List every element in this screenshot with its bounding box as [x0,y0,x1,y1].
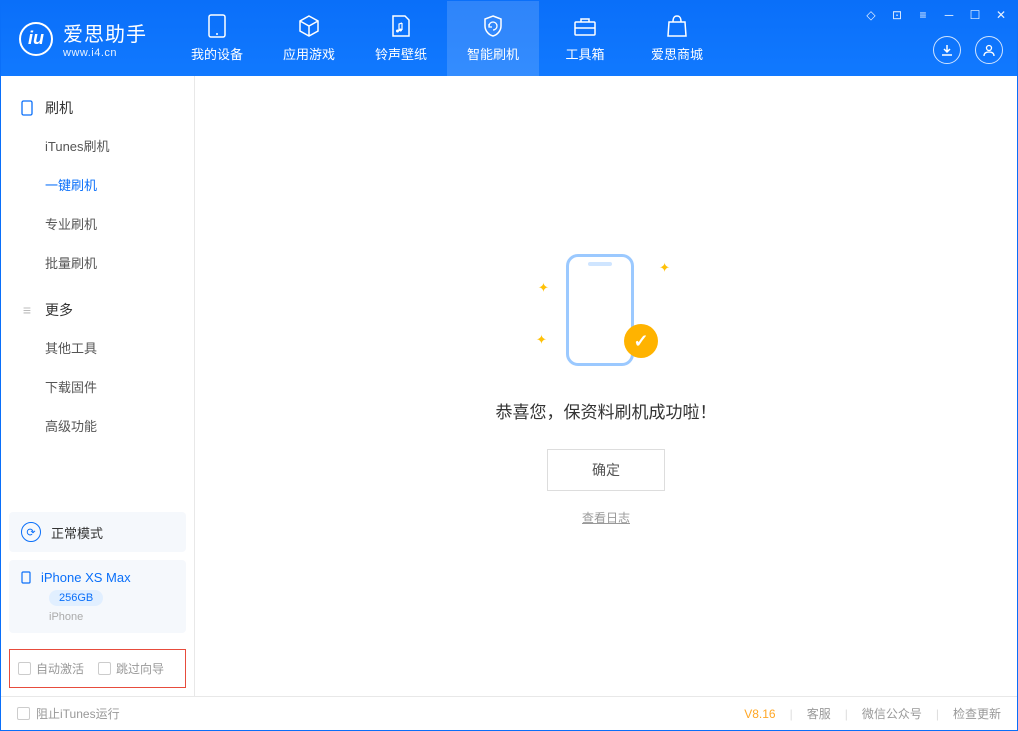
sidebar: 刷机 iTunes刷机 一键刷机 专业刷机 批量刷机 ≡ 更多 其他工具 下载固… [1,76,195,696]
sidebar-item-batch-flash[interactable]: 批量刷机 [1,243,194,282]
main-tabs: 我的设备 应用游戏 铃声壁纸 智能刷机 工具箱 爱思商城 [171,1,723,76]
sidebar-item-advanced[interactable]: 高级功能 [1,406,194,445]
tab-store[interactable]: 爱思商城 [631,1,723,76]
sparkle-icon: ✦ [659,260,670,276]
music-file-icon [389,14,413,38]
maximize-button[interactable]: ☐ [967,7,983,23]
header-right-buttons [933,36,1003,64]
version-label: V8.16 [744,707,775,721]
tab-label: 爱思商城 [651,44,703,63]
tab-toolbox[interactable]: 工具箱 [539,1,631,76]
support-link[interactable]: 客服 [807,705,831,722]
tab-label: 我的设备 [191,44,243,63]
check-update-link[interactable]: 检查更新 [953,705,1001,722]
phone-graphic [566,254,634,366]
user-button[interactable] [975,36,1003,64]
sidebar-item-itunes-flash[interactable]: iTunes刷机 [1,126,194,165]
tab-apps-games[interactable]: 应用游戏 [263,1,355,76]
tab-label: 智能刷机 [467,44,519,63]
tab-label: 铃声壁纸 [375,44,427,63]
minimize-button[interactable]: ─ [941,7,957,23]
sparkle-icon: ✦ [538,280,549,296]
success-message: 恭喜您，保资料刷机成功啦！ [496,398,717,423]
options-row: 自动激活 跳过向导 [9,649,186,688]
success-illustration: ✦ ✦ ✦ ✓ [536,246,676,376]
sidebar-item-download-firmware[interactable]: 下载固件 [1,367,194,406]
device-info-box[interactable]: iPhone XS Max 256GB iPhone [9,560,186,633]
phone-small-icon [19,100,35,116]
device-mode-box[interactable]: ⟳ 正常模式 [9,512,186,552]
menu-icon[interactable]: ≡ [915,7,931,23]
mode-icon: ⟳ [21,522,41,542]
toolbox-icon [573,14,597,38]
device-name: iPhone XS Max [41,570,131,585]
checkbox-block-itunes[interactable]: 阻止iTunes运行 [17,705,120,722]
sidebar-group-title: 更多 [45,300,73,320]
app-logo: iu 爱思助手 www.i4.cn [1,18,165,59]
shield-refresh-icon [481,14,505,38]
device-icon [21,571,31,584]
sidebar-item-other-tools[interactable]: 其他工具 [1,328,194,367]
sidebar-item-oneclick-flash[interactable]: 一键刷机 [1,165,194,204]
bag-icon [665,14,689,38]
cube-icon [297,14,321,38]
tab-label: 工具箱 [565,44,604,63]
device-type: iPhone [49,611,174,623]
device-storage-badge: 256GB [49,590,103,606]
feedback-icon[interactable]: ⊡ [889,7,905,23]
app-title: 爱思助手 [63,18,147,47]
app-url: www.i4.cn [63,47,147,59]
checkbox-skip-guide[interactable]: 跳过向导 [98,660,164,677]
ok-button[interactable]: 确定 [547,449,665,491]
view-log-link[interactable]: 查看日志 [582,509,630,526]
status-bar: 阻止iTunes运行 V8.16 | 客服 | 微信公众号 | 检查更新 [1,696,1017,730]
tab-my-device[interactable]: 我的设备 [171,1,263,76]
logo-icon: iu [19,22,53,56]
wechat-link[interactable]: 微信公众号 [862,705,922,722]
close-button[interactable]: ✕ [993,7,1009,23]
sparkle-icon: ✦ [536,332,547,348]
tab-ringtones-wallpapers[interactable]: 铃声壁纸 [355,1,447,76]
sidebar-group-title: 刷机 [45,98,73,118]
tab-smart-flash[interactable]: 智能刷机 [447,1,539,76]
sidebar-item-pro-flash[interactable]: 专业刷机 [1,204,194,243]
window-controls: ◇ ⊡ ≡ ─ ☐ ✕ [863,7,1009,23]
download-button[interactable] [933,36,961,64]
tshirt-icon[interactable]: ◇ [863,7,879,23]
tab-label: 应用游戏 [283,44,335,63]
device-mode: 正常模式 [51,523,103,542]
check-badge-icon: ✓ [624,324,658,358]
list-icon: ≡ [19,302,35,318]
phone-icon [205,14,229,38]
sidebar-group-more[interactable]: ≡ 更多 [1,292,194,328]
sidebar-group-flash[interactable]: 刷机 [1,90,194,126]
main-content: ✦ ✦ ✦ ✓ 恭喜您，保资料刷机成功啦！ 确定 查看日志 [195,76,1017,696]
app-header: iu 爱思助手 www.i4.cn 我的设备 应用游戏 铃声壁纸 智能刷机 工具… [1,1,1017,76]
checkbox-auto-activate[interactable]: 自动激活 [18,660,84,677]
